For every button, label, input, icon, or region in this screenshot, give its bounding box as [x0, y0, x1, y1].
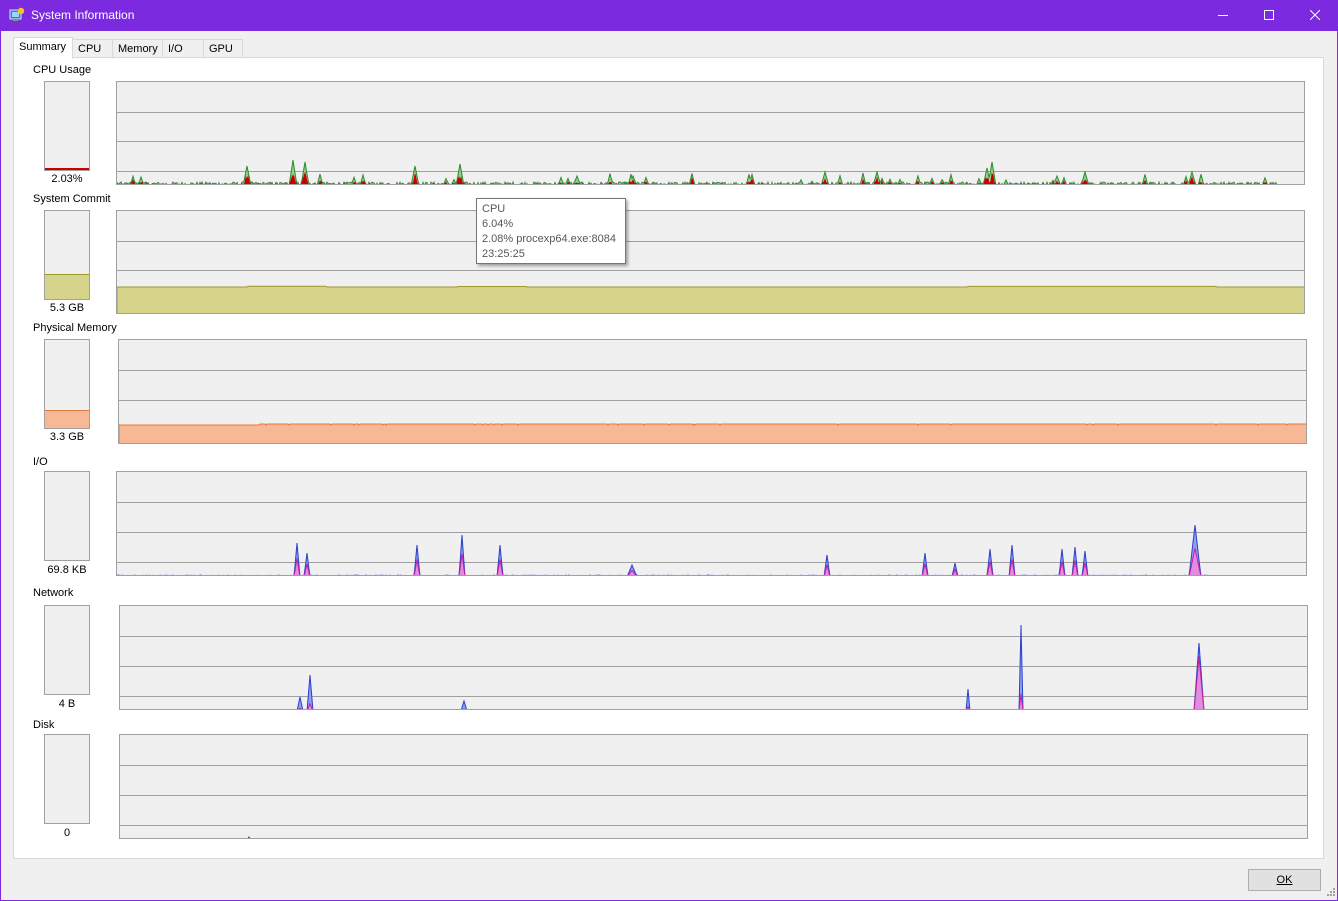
- tooltip-title: CPU: [482, 203, 506, 215]
- disk-history-chart: [120, 765, 1307, 838]
- system-commit-gauge-fill: [45, 274, 89, 299]
- io-label: I/O: [33, 456, 48, 468]
- physical-memory-label: Physical Memory: [33, 322, 117, 334]
- ok-button[interactable]: OK: [1248, 869, 1321, 891]
- cpu-usage-graph[interactable]: [116, 81, 1305, 185]
- disk-graph[interactable]: [119, 734, 1308, 839]
- io-value: 69.8 KB: [47, 564, 87, 576]
- tooltip-process: 2.08% procexp64.exe:8084: [482, 233, 616, 245]
- disk-gauge: [44, 734, 90, 824]
- io-gauge: [44, 471, 90, 561]
- cpu-tooltip: CPU 6.04% 2.08% procexp64.exe:8084 23:25…: [476, 198, 626, 264]
- resize-grip-icon[interactable]: [1324, 887, 1336, 899]
- tab-summary[interactable]: Summary: [13, 37, 73, 59]
- tooltip-time: 23:25:25: [482, 248, 525, 260]
- disk-series: [247, 836, 251, 838]
- system-commit-graph[interactable]: [116, 210, 1305, 314]
- network-graph[interactable]: [119, 605, 1308, 710]
- tab-gpu[interactable]: GPU: [203, 39, 243, 58]
- physical-memory-graph[interactable]: [118, 339, 1307, 444]
- network-value: 4 B: [58, 698, 76, 710]
- tooltip-total: 6.04%: [482, 218, 514, 230]
- physical-memory-history-chart: [119, 370, 1306, 443]
- maximize-icon: [1264, 10, 1274, 20]
- close-button[interactable]: [1292, 0, 1338, 31]
- title-bar: System Information: [0, 0, 1338, 31]
- cpu-usage-history-chart: [117, 112, 1304, 184]
- minimize-icon: [1218, 15, 1228, 16]
- tab-io[interactable]: I/O: [162, 39, 204, 58]
- physical-memory-series: [119, 423, 1306, 443]
- tab-cpu[interactable]: CPU: [72, 39, 113, 58]
- network-label: Network: [33, 587, 74, 599]
- io-history-chart: [117, 502, 1306, 575]
- window-title: System Information: [31, 8, 135, 22]
- ok-button-label: OK: [1276, 874, 1293, 886]
- physical-memory-gauge: [44, 339, 90, 429]
- cpu-usage-label: CPU Usage: [33, 64, 92, 76]
- cpu-usage-gauge-fill: [45, 168, 89, 170]
- network-history-chart: [120, 624, 1307, 709]
- cpu-usage-gauge: [44, 81, 90, 171]
- tab-memory[interactable]: Memory: [112, 39, 163, 58]
- cpu-usage-value: 2.03%: [51, 173, 83, 185]
- close-icon: [1310, 10, 1320, 20]
- system-commit-value: 5.3 GB: [49, 302, 85, 314]
- io-graph[interactable]: [116, 471, 1307, 576]
- minimize-button[interactable]: [1200, 0, 1246, 31]
- system-commit-series: [117, 285, 1304, 313]
- network-receive-series: [296, 624, 1205, 709]
- disk-value: 0: [63, 827, 71, 839]
- system-commit-gauge: [44, 210, 90, 300]
- system-commit-history-chart: [117, 241, 1304, 313]
- maximize-button[interactable]: [1246, 0, 1292, 31]
- disk-label: Disk: [33, 719, 55, 731]
- physical-memory-value: 3.3 GB: [49, 431, 85, 443]
- network-gauge: [44, 605, 90, 695]
- system-commit-label: System Commit: [33, 193, 111, 205]
- network-send-series: [298, 656, 1205, 709]
- system-info-icon: [9, 7, 25, 21]
- physical-memory-gauge-fill: [45, 410, 89, 428]
